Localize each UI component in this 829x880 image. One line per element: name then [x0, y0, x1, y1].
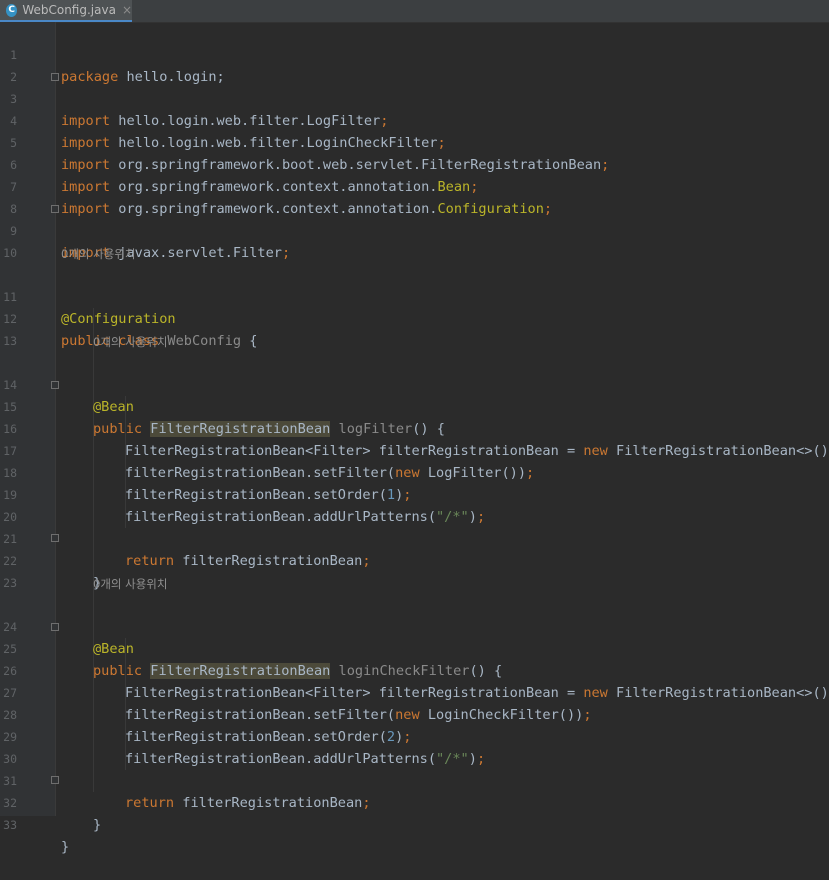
usage-hint[interactable]: 0개의 사용위치: [93, 334, 167, 350]
code-line: 27 filterRegistrationBean.setFilter(new …: [0, 660, 829, 682]
code-line: 3 import hello.login.web.filter.LogFilte…: [0, 66, 829, 88]
line-number: 23: [0, 572, 17, 594]
code-line: 5 import org.springframework.boot.web.se…: [0, 110, 829, 132]
semicolon: ;: [282, 245, 290, 261]
code-line: 20: [0, 484, 829, 506]
code-line: 2: [0, 44, 829, 66]
editor-tab-bar: C WebConfig.java ×: [0, 0, 829, 23]
code-line: 4 import hello.login.web.filter.LoginChe…: [0, 88, 829, 110]
code-text: {: [241, 333, 257, 349]
code-line: 22 }: [0, 528, 829, 550]
code-line: 12 public class WebConfig {: [0, 286, 829, 308]
code-line: 25 public FilterRegistrationBean loginCh…: [0, 616, 829, 638]
code-line: 8: [0, 176, 829, 198]
code-line: 30: [0, 726, 829, 748]
code-line: 10: [0, 220, 829, 242]
code-line: 11 @Configuration: [0, 264, 829, 286]
code-line: 19 filterRegistrationBean.addUrlPatterns…: [0, 462, 829, 484]
code-line: 24 @Bean: [0, 594, 829, 616]
code-line: 17 filterRegistrationBean.setFilter(new …: [0, 418, 829, 440]
code-line: 6 import org.springframework.context.ann…: [0, 132, 829, 154]
code-text: }: [93, 817, 101, 833]
line-number: 33: [0, 814, 17, 836]
tab-webconfig[interactable]: C WebConfig.java ×: [0, 0, 132, 22]
code-line: 18 filterRegistrationBean.setOrder(1);: [0, 440, 829, 462]
code-line: 32 }: [0, 770, 829, 792]
code-line: 1 package hello.login;: [0, 22, 829, 44]
tab-label: WebConfig.java: [22, 3, 116, 17]
code-line: 23: [0, 550, 829, 572]
code-text: }: [61, 839, 69, 855]
usage-hint[interactable]: 0개의 사용위치: [93, 576, 167, 592]
code-line: 7 import org.springframework.context.ann…: [0, 154, 829, 176]
code-line: 21 return filterRegistrationBean;: [0, 506, 829, 528]
line-number: 10: [0, 242, 17, 264]
code-line: 33 }: [0, 792, 829, 814]
usage-hint[interactable]: 0개의 사용위치: [61, 246, 135, 262]
code-line: 9 import javax.servlet.Filter;: [0, 198, 829, 220]
code-line: 13: [0, 308, 829, 330]
java-class-icon: C: [6, 4, 17, 17]
close-icon[interactable]: ×: [122, 3, 132, 17]
class-name: WebConfig: [159, 333, 241, 349]
line-number: 13: [0, 330, 17, 352]
code-line: 29 filterRegistrationBean.addUrlPatterns…: [0, 704, 829, 726]
code-line: 15 public FilterRegistrationBean logFilt…: [0, 374, 829, 396]
code-line: 28 filterRegistrationBean.setOrder(2);: [0, 682, 829, 704]
code-line: 26 FilterRegistrationBean<Filter> filter…: [0, 638, 829, 660]
code-line: 14 @Bean: [0, 352, 829, 374]
code-line: 16 FilterRegistrationBean<Filter> filter…: [0, 396, 829, 418]
code-line: 31 return filterRegistrationBean;: [0, 748, 829, 770]
code-text: javax.servlet.Filter: [110, 245, 282, 261]
